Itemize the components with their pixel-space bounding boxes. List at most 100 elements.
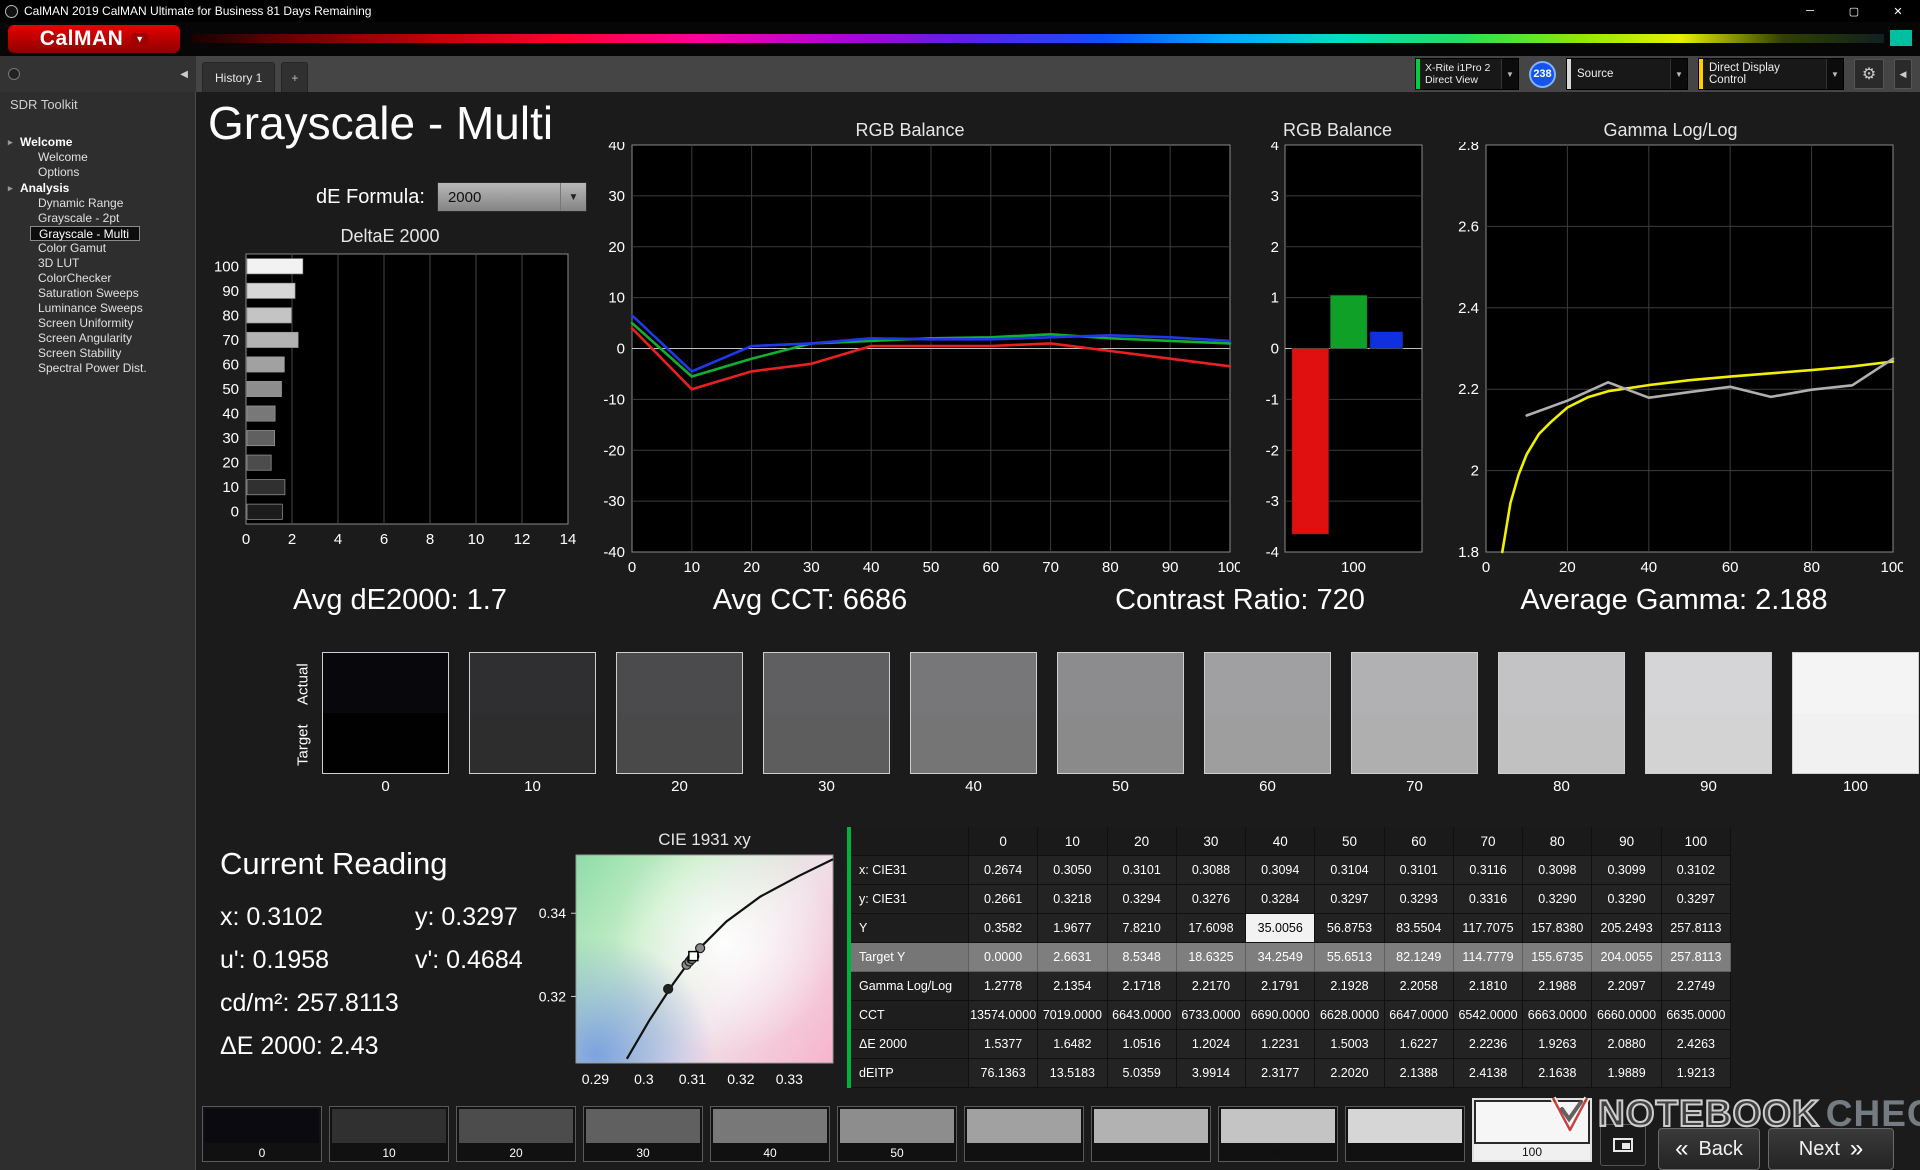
pattern-level-60[interactable]: 60	[964, 1106, 1084, 1162]
pattern-level-100[interactable]: 100	[1472, 1098, 1592, 1162]
table-cell[interactable]: 2.2749	[1661, 972, 1731, 1001]
maximize-button[interactable]: ▢	[1832, 0, 1876, 22]
table-cell[interactable]: 18.6325	[1176, 943, 1247, 972]
pattern-level-0[interactable]: 0	[202, 1106, 322, 1162]
pattern-level-50[interactable]: 50	[837, 1106, 957, 1162]
sidebar-group-analysis[interactable]: ▸ Analysis	[0, 180, 195, 196]
table-cell[interactable]: 0.3104	[1315, 856, 1385, 885]
table-cell[interactable]: 6663.0000	[1523, 1001, 1593, 1030]
table-cell[interactable]: 0.3102	[1661, 856, 1731, 885]
table-cell[interactable]: 0.3293	[1384, 885, 1454, 914]
table-cell[interactable]: 0.3099	[1592, 856, 1662, 885]
table-cell[interactable]: 1.2231	[1246, 1030, 1316, 1059]
table-cell[interactable]: 2.3177	[1246, 1059, 1316, 1088]
table-cell[interactable]: 6733.0000	[1176, 1001, 1247, 1030]
calman-logo-button[interactable]: CalMAN ▼	[8, 25, 180, 53]
table-cell[interactable]: 0.3101	[1107, 856, 1177, 885]
minimize-button[interactable]: ─	[1788, 0, 1832, 22]
table-cell[interactable]: 0.3284	[1246, 885, 1316, 914]
table-cell[interactable]: 2.1638	[1523, 1059, 1593, 1088]
sidebar-item-3d-lut[interactable]: 3D LUT	[0, 256, 195, 271]
pattern-level-20[interactable]: 20	[456, 1106, 576, 1162]
table-cell[interactable]: 0.3101	[1384, 856, 1454, 885]
table-cell[interactable]: 3.9914	[1176, 1059, 1247, 1088]
table-cell[interactable]: 1.2024	[1176, 1030, 1247, 1059]
table-cell[interactable]: 155.6735	[1523, 943, 1593, 972]
settings-gear-button[interactable]: ⚙	[1854, 59, 1884, 89]
table-cell[interactable]: 257.8113	[1661, 914, 1731, 943]
table-cell[interactable]: 117.7075	[1453, 914, 1524, 943]
sidebar-item-screen-uniformity[interactable]: Screen Uniformity	[0, 316, 195, 331]
table-cell[interactable]: 34.2549	[1246, 943, 1316, 972]
sidebar-item-options[interactable]: Options	[0, 165, 195, 180]
table-cell[interactable]: 2.1718	[1107, 972, 1177, 1001]
table-cell[interactable]: 8.5348	[1107, 943, 1177, 972]
table-cell[interactable]: 6542.0000	[1453, 1001, 1524, 1030]
table-cell[interactable]: 2.2020	[1315, 1059, 1385, 1088]
table-cell[interactable]: 204.0055	[1592, 943, 1662, 972]
table-cell[interactable]: 0.3290	[1523, 885, 1593, 914]
table-cell[interactable]: 1.5377	[969, 1030, 1039, 1059]
sidebar-item-grayscale-2pt[interactable]: Grayscale - 2pt	[0, 211, 195, 226]
add-tab-button[interactable]: +	[281, 62, 309, 92]
table-cell[interactable]: 7019.0000	[1038, 1001, 1108, 1030]
table-cell[interactable]: 6690.0000	[1246, 1001, 1316, 1030]
table-cell[interactable]: 0.3297	[1661, 885, 1731, 914]
pattern-level-70[interactable]: 70	[1091, 1106, 1211, 1162]
table-cell[interactable]: 2.1388	[1384, 1059, 1454, 1088]
table-cell[interactable]: 2.6631	[1038, 943, 1108, 972]
table-cell[interactable]: 7.8210	[1107, 914, 1177, 943]
table-cell[interactable]: 2.1810	[1453, 972, 1524, 1001]
sidebar-collapse-icon[interactable]: ◀	[180, 69, 188, 80]
table-cell[interactable]: 1.9263	[1523, 1030, 1593, 1059]
table-cell[interactable]: 0.3116	[1453, 856, 1524, 885]
pattern-level-40[interactable]: 40	[710, 1106, 830, 1162]
table-cell[interactable]: 1.0516	[1107, 1030, 1177, 1059]
table-cell[interactable]: 2.1354	[1038, 972, 1108, 1001]
table-cell[interactable]: 114.7779	[1453, 943, 1524, 972]
sidebar-item-color-gamut[interactable]: Color Gamut	[0, 241, 195, 256]
table-cell[interactable]: 0.3218	[1038, 885, 1108, 914]
table-cell[interactable]: 17.6098	[1176, 914, 1247, 943]
table-cell[interactable]: 0.0000	[969, 943, 1039, 972]
status-dot-icon[interactable]	[8, 68, 20, 80]
table-cell[interactable]: 6635.0000	[1661, 1001, 1731, 1030]
table-cell[interactable]: 35.0056	[1246, 914, 1316, 943]
table-cell[interactable]: 0.3050	[1038, 856, 1108, 885]
sidebar-item-luminance-sweeps[interactable]: Luminance Sweeps	[0, 301, 195, 316]
pattern-level-10[interactable]: 10	[329, 1106, 449, 1162]
next-button[interactable]: Next »	[1768, 1128, 1894, 1170]
sidebar-item-welcome[interactable]: Welcome	[0, 150, 195, 165]
sidebar-item-colorchecker[interactable]: ColorChecker	[0, 271, 195, 286]
panel-collapse-button[interactable]: ◀	[1894, 59, 1912, 89]
table-cell[interactable]: 0.3297	[1315, 885, 1385, 914]
table-cell[interactable]: 2.2097	[1592, 972, 1662, 1001]
table-cell[interactable]: 0.2661	[969, 885, 1039, 914]
pattern-level-30[interactable]: 30	[583, 1106, 703, 1162]
table-cell[interactable]: 1.9213	[1661, 1059, 1731, 1088]
table-cell[interactable]: 2.4263	[1661, 1030, 1731, 1059]
sidebar-item-saturation-sweeps[interactable]: Saturation Sweeps	[0, 286, 195, 301]
close-button[interactable]: ✕	[1876, 0, 1920, 22]
table-cell[interactable]: 2.2058	[1384, 972, 1454, 1001]
sidebar-group-welcome[interactable]: ▸ Welcome	[0, 134, 195, 150]
table-cell[interactable]: 55.6513	[1315, 943, 1385, 972]
table-cell[interactable]: 0.2674	[969, 856, 1039, 885]
display-control-dropdown[interactable]: Direct Display Control ▼	[1698, 58, 1844, 90]
table-cell[interactable]: 6660.0000	[1592, 1001, 1662, 1030]
tab-history-1[interactable]: History 1	[202, 62, 276, 92]
table-cell[interactable]: 0.3582	[969, 914, 1039, 943]
pattern-level-90[interactable]: 90	[1345, 1106, 1465, 1162]
table-cell[interactable]: 6643.0000	[1107, 1001, 1177, 1030]
table-cell[interactable]: 2.1928	[1315, 972, 1385, 1001]
table-cell[interactable]: 0.3290	[1592, 885, 1662, 914]
table-cell[interactable]: 0.3088	[1176, 856, 1247, 885]
table-cell[interactable]: 2.0880	[1592, 1030, 1662, 1059]
table-cell[interactable]: 2.1791	[1246, 972, 1316, 1001]
table-cell[interactable]: 0.3098	[1523, 856, 1593, 885]
back-button[interactable]: « Back	[1658, 1128, 1760, 1170]
sidebar-item-grayscale-multi[interactable]: Grayscale - Multi	[30, 226, 141, 241]
table-cell[interactable]: 13.5183	[1038, 1059, 1108, 1088]
table-cell[interactable]: 2.2170	[1176, 972, 1247, 1001]
table-cell[interactable]: 0.3276	[1176, 885, 1247, 914]
